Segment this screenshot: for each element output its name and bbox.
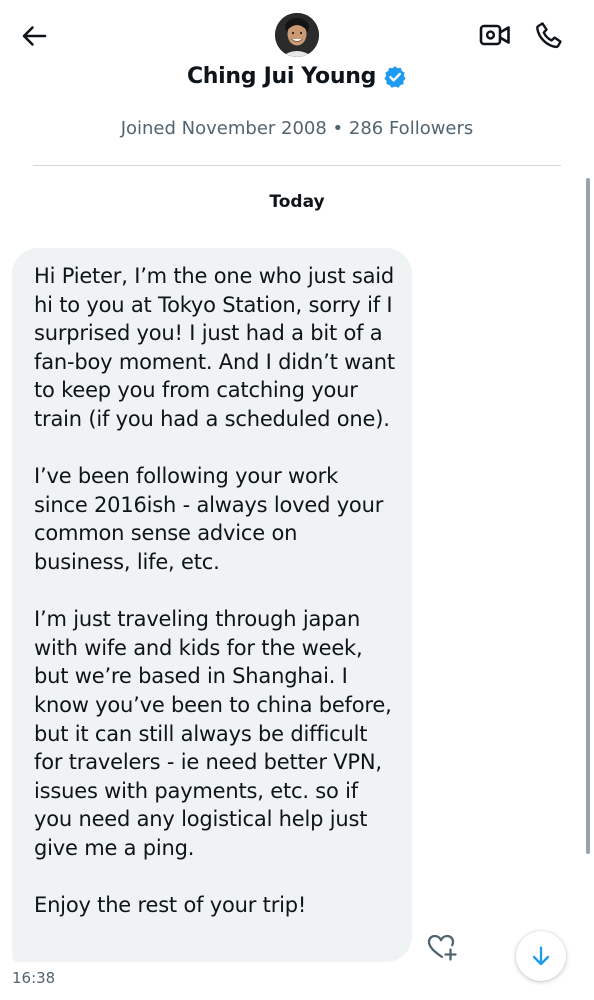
message-timestamp: 16:38 <box>12 969 56 987</box>
message-paragraph: Hi Pieter, I’m the one who just said hi … <box>34 264 395 431</box>
video-camera-icon <box>479 24 510 46</box>
profile-photo <box>275 13 319 57</box>
arrow-down-icon <box>532 946 550 966</box>
video-call-button[interactable] <box>474 14 516 56</box>
phone-icon <box>536 22 562 49</box>
contact-name: Ching Jui Young <box>186 64 377 89</box>
contact-name-row[interactable]: Ching Jui Young <box>0 64 594 89</box>
voice-call-button[interactable] <box>528 14 570 56</box>
message-bubble[interactable]: Hi Pieter, I’m the one who just said hi … <box>12 248 412 962</box>
scroll-to-bottom-button[interactable] <box>516 931 566 981</box>
verified-badge-icon <box>384 65 406 88</box>
profile-meta: Joined November 2008 • 286 Followers <box>120 118 474 139</box>
date-separator: Today <box>269 192 325 212</box>
conversation-header: Ching Jui Young Joined November 2008 • 2… <box>0 0 594 170</box>
scrollbar[interactable] <box>586 178 590 854</box>
message-paragraph: I’m just traveling through japan with wi… <box>34 607 392 860</box>
arrow-left-icon <box>22 26 47 46</box>
message-paragraph: I’ve been following your work since 2016… <box>34 464 384 574</box>
back-button[interactable] <box>14 16 54 56</box>
avatar[interactable] <box>275 13 319 57</box>
header-divider <box>33 165 561 166</box>
message-paragraph: Enjoy the rest of your trip! <box>34 893 307 918</box>
add-reaction-button[interactable] <box>423 928 461 966</box>
heart-plus-icon <box>427 934 457 961</box>
